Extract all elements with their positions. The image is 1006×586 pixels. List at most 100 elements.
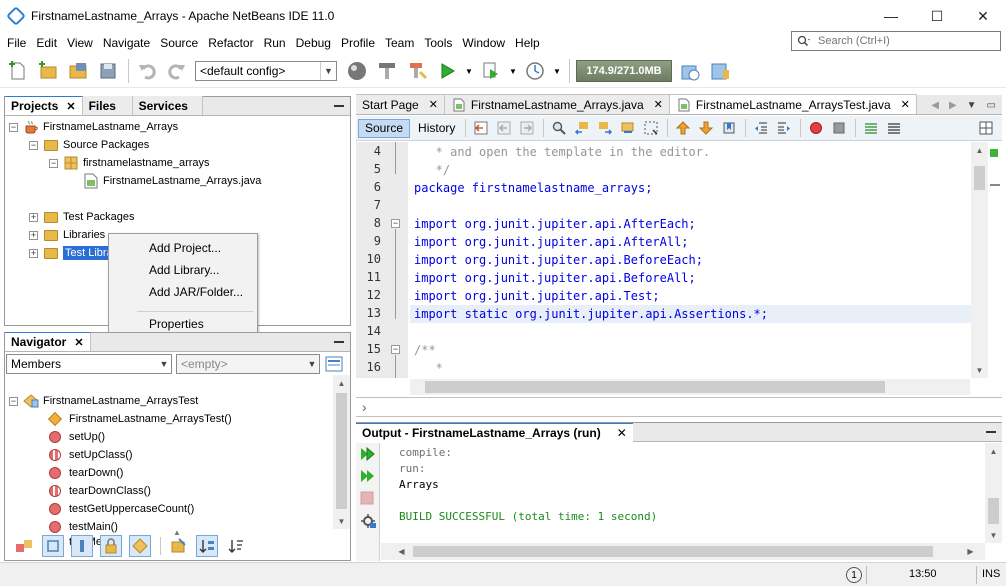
show-static-icon[interactable]	[71, 534, 93, 557]
scroll-down-icon[interactable]: ▼	[333, 513, 350, 529]
filter-select[interactable]: <empty> ▼	[176, 354, 320, 374]
rerun-icon[interactable]	[360, 446, 376, 464]
menu-add-library[interactable]: Add Library...	[149, 263, 219, 277]
tab-services[interactable]: Services	[132, 96, 203, 115]
scroll-thumb[interactable]	[974, 166, 985, 190]
close-button[interactable]: ✕	[960, 0, 1006, 32]
close-icon[interactable]: ✕	[654, 98, 663, 111]
shift-left-icon[interactable]	[752, 119, 770, 137]
scroll-up-icon[interactable]: ▲	[985, 443, 1002, 459]
build-icon[interactable]	[375, 59, 399, 83]
menu-properties[interactable]: Properties	[149, 317, 204, 331]
debug-dropdown-icon[interactable]: ▼	[509, 59, 517, 83]
navigator-class-node[interactable]: − FirstnameLastname_ArraysTest	[9, 392, 198, 410]
rerun-with-params-icon[interactable]	[360, 469, 376, 486]
last-edit-icon[interactable]	[472, 119, 490, 137]
menu-team[interactable]: Team	[381, 36, 418, 50]
open-project-icon[interactable]	[66, 59, 90, 83]
expand-icon[interactable]: +	[29, 248, 38, 258]
collapse-icon[interactable]: −	[9, 396, 18, 406]
profile-dropdown-icon[interactable]: ▼	[553, 59, 561, 83]
tab-files[interactable]: Files	[82, 96, 133, 115]
minimize-panel-icon[interactable]	[986, 431, 996, 433]
show-opened-documents-icon[interactable]: ▼	[967, 100, 977, 111]
new-file-icon[interactable]	[6, 59, 30, 83]
code-editor[interactable]: * and open the template in the editor. *…	[410, 142, 971, 378]
forward-icon[interactable]	[518, 119, 536, 137]
tab-arrays-java[interactable]: FirstnameLastname_Arrays.java ✕	[444, 94, 670, 114]
menu-add-project[interactable]: Add Project...	[149, 241, 221, 255]
minimize-panel-icon[interactable]	[334, 341, 344, 343]
member-item[interactable]: tearDown()	[49, 464, 123, 482]
memory-indicator[interactable]: 174.9/271.0MB	[576, 60, 672, 82]
scroll-up-icon[interactable]: ▲	[333, 375, 350, 391]
tab-start-page[interactable]: Start Page ✕	[356, 94, 445, 114]
prev-bookmark-icon[interactable]	[674, 119, 692, 137]
start-macro-icon[interactable]	[807, 119, 825, 137]
undo-icon[interactable]	[135, 59, 159, 83]
show-fields-icon[interactable]	[42, 534, 64, 557]
menu-run[interactable]: Run	[260, 36, 290, 50]
tree-node-libraries[interactable]: + Libraries	[29, 226, 105, 244]
scroll-down-icon[interactable]: ▼	[985, 527, 1002, 543]
tab-navigator[interactable]: Navigator ✕	[5, 332, 91, 351]
output-settings-icon[interactable]	[360, 513, 376, 532]
scroll-thumb[interactable]	[988, 498, 999, 524]
next-bookmark-icon[interactable]	[697, 119, 715, 137]
toggle-highlight-icon[interactable]	[619, 119, 637, 137]
clean-build-icon[interactable]	[405, 59, 429, 83]
editor-horizontal-scrollbar[interactable]	[410, 379, 970, 395]
fold-collapse-icon[interactable]: −	[391, 345, 400, 354]
find-next-icon[interactable]	[596, 119, 614, 137]
show-inherited-icon[interactable]	[13, 535, 35, 557]
close-icon[interactable]: ✕	[74, 336, 83, 349]
menu-tools[interactable]: Tools	[420, 36, 456, 50]
tab-projects[interactable]: Projects ✕	[5, 96, 83, 115]
scroll-thumb[interactable]	[413, 546, 933, 557]
tab-output[interactable]: Output - FirstnameLastname_Arrays (run) …	[356, 423, 633, 442]
debug-icon[interactable]	[479, 59, 503, 83]
stop-icon[interactable]	[360, 491, 374, 508]
show-inner-classes-icon[interactable]	[129, 534, 151, 557]
menu-profile[interactable]: Profile	[337, 36, 379, 50]
menu-source[interactable]: Source	[156, 36, 202, 50]
show-javadoc-icon[interactable]	[167, 535, 189, 557]
uncomment-icon[interactable]	[885, 119, 903, 137]
collapse-icon[interactable]: −	[49, 158, 58, 168]
run-dropdown-icon[interactable]: ▼	[465, 59, 473, 83]
menu-add-jar-folder[interactable]: Add JAR/Folder...	[149, 285, 243, 299]
toggle-rect-selection-icon[interactable]	[642, 119, 660, 137]
profile-icon[interactable]	[523, 59, 547, 83]
split-editor-icon[interactable]	[977, 119, 995, 137]
shift-right-icon[interactable]	[775, 119, 793, 137]
minimize-button[interactable]: —	[868, 0, 914, 32]
menu-window[interactable]: Window	[458, 36, 509, 50]
tree-node-source-packages[interactable]: − Source Packages	[29, 136, 149, 154]
menu-debug[interactable]: Debug	[292, 36, 335, 50]
history-view-button[interactable]: History	[412, 119, 461, 138]
restore-window-icon[interactable]: ▭	[987, 100, 996, 111]
search-box[interactable]	[791, 31, 1001, 51]
member-item[interactable]: setUpClass()	[49, 446, 133, 464]
scroll-thumb[interactable]	[336, 393, 347, 509]
member-item[interactable]: tearDownClass()	[49, 482, 151, 500]
back-icon[interactable]	[495, 119, 513, 137]
show-non-public-icon[interactable]	[100, 534, 122, 557]
stop-macro-icon[interactable]	[830, 119, 848, 137]
output-vertical-scrollbar[interactable]: ▲ ▼	[985, 443, 1002, 543]
scroll-thumb[interactable]	[425, 381, 885, 393]
scroll-left-icon[interactable]: ◀	[393, 543, 410, 559]
expand-icon[interactable]: +	[29, 230, 38, 240]
menu-navigate[interactable]: Navigate	[99, 36, 154, 50]
run-icon[interactable]	[435, 59, 459, 83]
menu-edit[interactable]: Edit	[32, 36, 61, 50]
toggle-bookmark-icon[interactable]	[720, 119, 738, 137]
minimize-panel-icon[interactable]	[334, 105, 344, 107]
profile-ide-icon[interactable]	[708, 59, 732, 83]
sort-by-name-icon[interactable]	[225, 535, 247, 557]
editor-vertical-scrollbar[interactable]: ▲ ▼	[971, 142, 988, 378]
source-view-button[interactable]: Source	[358, 118, 411, 138]
search-input[interactable]	[818, 35, 998, 47]
scroll-tabs-left-icon[interactable]: ◀	[931, 100, 939, 111]
tree-node-java-file[interactable]: FirstnameLastname_Arrays.java	[83, 172, 261, 190]
